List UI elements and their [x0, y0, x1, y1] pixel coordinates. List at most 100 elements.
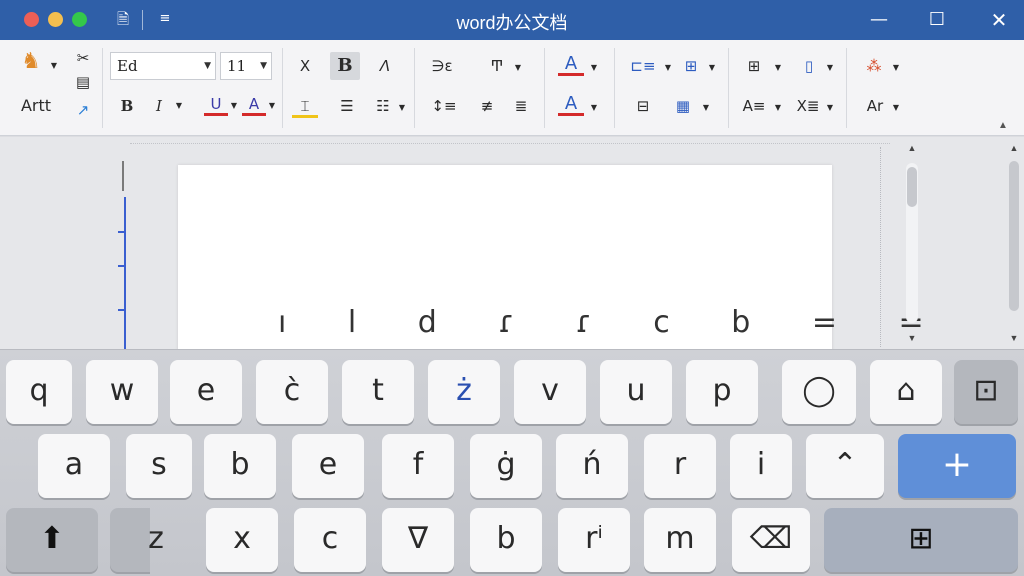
add-button[interactable]: +	[898, 434, 1016, 498]
italic-dropdown-icon[interactable]: ▼	[172, 94, 186, 118]
page-setup-dropdown-icon[interactable]: ▼	[824, 56, 836, 80]
key-e[interactable]: e	[170, 360, 242, 424]
indent-right-button[interactable]: Ͳ	[484, 54, 510, 78]
scroll-thumb[interactable]	[907, 167, 917, 207]
styles-b-dropdown-icon[interactable]: ▼	[824, 96, 836, 120]
align-center-icon[interactable]: ☰	[334, 94, 360, 118]
scroll-thumb[interactable]	[1009, 161, 1019, 311]
key-t[interactable]: t	[342, 360, 414, 424]
bold-button[interactable]: B	[330, 52, 360, 80]
document-text[interactable]: ı l d ɾ ɾ c b = =	[278, 305, 950, 340]
close-button[interactable]: ✕	[984, 6, 1014, 34]
bullets-dropdown-icon[interactable]: ▼	[662, 56, 674, 80]
indent-dropdown-icon[interactable]: ▼	[512, 56, 524, 80]
key-r-secondary[interactable]: rⁱ	[558, 508, 630, 572]
numbering-icon[interactable]: ⊞	[676, 54, 706, 78]
key-u[interactable]: u	[600, 360, 672, 424]
strikethrough-button[interactable]: Λ	[372, 54, 398, 78]
list-dropdown-icon[interactable]: ▼	[396, 96, 408, 120]
key-p[interactable]: p	[686, 360, 758, 424]
minimize-button[interactable]: —	[864, 6, 894, 34]
line-spacing-icon[interactable]: ↕≡	[426, 94, 462, 118]
key-a[interactable]: a	[38, 434, 110, 498]
key-z-dot[interactable]: ż	[428, 360, 500, 424]
shift-key-icon[interactable]: ⬆	[6, 508, 98, 572]
format-painter-icon[interactable]: ↗	[70, 98, 96, 122]
speech-bubble-icon[interactable]: ◯	[782, 360, 856, 424]
text-effects-icon[interactable]: ⁂	[858, 54, 890, 78]
style-grid-icon[interactable]: ⊞	[738, 54, 770, 78]
table-dropdown-icon[interactable]: ▼	[700, 96, 712, 120]
list-icon[interactable]: ☷	[370, 94, 396, 118]
scroll-up-icon[interactable]: ▲	[1006, 143, 1022, 153]
key-b[interactable]: b	[204, 434, 276, 498]
text-fill-button[interactable]: A	[558, 52, 584, 76]
keyboard-settings-icon[interactable]: ⊡	[954, 360, 1018, 424]
font-size-value: 11	[227, 57, 247, 75]
key-v[interactable]: v	[514, 360, 586, 424]
indent-left-button[interactable]: ∋ε	[424, 54, 460, 78]
key-x[interactable]: x	[206, 508, 278, 572]
columns-icon[interactable]: ⊟	[628, 94, 658, 118]
scroll-down-icon[interactable]: ▼	[904, 333, 920, 343]
key-q[interactable]: q	[6, 360, 72, 424]
key-n-acute[interactable]: ń	[556, 434, 628, 498]
key-s[interactable]: s	[126, 434, 192, 498]
key-b-secondary[interactable]: b	[470, 508, 542, 572]
style-grid-dropdown-icon[interactable]: ▼	[772, 56, 784, 80]
maximize-button[interactable]: ☐	[922, 6, 952, 34]
clear-format-button[interactable]: X	[292, 54, 318, 78]
document-scrollbar[interactable]: ▲ ▼	[904, 141, 920, 347]
cut-icon[interactable]: ✂	[70, 46, 96, 70]
key-w[interactable]: w	[86, 360, 158, 424]
font-size-select[interactable]: 11 ▼	[220, 52, 272, 80]
underline-button[interactable]: U	[204, 92, 228, 116]
bullets-icon[interactable]: ⊏≡	[626, 54, 660, 78]
window-scrollbar[interactable]: ▲ ▼	[1006, 141, 1022, 347]
text-fill-dropdown-icon[interactable]: ▼	[588, 56, 600, 80]
bold-small-button[interactable]: B	[116, 94, 138, 118]
numbering-dropdown-icon[interactable]: ▼	[706, 56, 718, 80]
font-color-dropdown-icon[interactable]: ▼	[266, 94, 278, 118]
collapse-ribbon-icon[interactable]: ▲	[998, 120, 1008, 131]
ribbon-divider	[282, 48, 283, 128]
highlight-align-icon[interactable]: ⌶	[292, 94, 318, 118]
text-direction-dropdown-icon[interactable]: ▼	[890, 96, 902, 120]
font-color-button[interactable]: A	[242, 92, 266, 116]
distribute-icon[interactable]: ≣	[508, 94, 534, 118]
key-r[interactable]: r	[644, 434, 716, 498]
key-nabla[interactable]: ∇	[382, 508, 454, 572]
key-e-secondary[interactable]: e	[292, 434, 364, 498]
styles-b-button[interactable]: X≣	[792, 94, 824, 118]
styles-a-dropdown-icon[interactable]: ▼	[772, 96, 784, 120]
paste-icon[interactable]: ♞	[16, 50, 46, 74]
key-c-grave[interactable]: c̀	[256, 360, 328, 424]
text-effects-dropdown-icon[interactable]: ▼	[890, 56, 902, 80]
key-g-dot[interactable]: ġ	[470, 434, 542, 498]
backspace-icon[interactable]: ⌫	[732, 508, 810, 572]
emoji-key-icon[interactable]: ⌂	[870, 360, 942, 424]
text-highlight-dropdown-icon[interactable]: ▼	[588, 96, 600, 120]
justify-icon[interactable]: ≢	[474, 94, 500, 118]
table-icon[interactable]: ▦	[668, 94, 698, 118]
caret-up-icon[interactable]: ⌃	[806, 434, 884, 498]
italic-button[interactable]: I	[148, 94, 170, 118]
page-setup-icon[interactable]: ▯	[794, 54, 824, 78]
scroll-up-icon[interactable]: ▲	[904, 143, 920, 153]
paste-label[interactable]: Artt	[16, 94, 56, 118]
text-direction-button[interactable]: Ar	[860, 94, 890, 118]
underline-dropdown-icon[interactable]: ▼	[228, 94, 240, 118]
key-m[interactable]: m	[644, 508, 716, 572]
copy-icon[interactable]: ▤	[70, 70, 96, 94]
document-page[interactable]: ı l d ɾ ɾ c b = =	[178, 165, 924, 349]
keyboard-grid-icon[interactable]: ⊞	[824, 508, 1018, 572]
scroll-down-icon[interactable]: ▼	[1006, 333, 1022, 343]
key-f[interactable]: f	[382, 434, 454, 498]
font-name-select[interactable]: Ed ▼	[110, 52, 216, 80]
text-highlight-button[interactable]: A	[558, 92, 584, 116]
key-i[interactable]: i	[730, 434, 792, 498]
key-c[interactable]: c	[294, 508, 366, 572]
paste-dropdown-icon[interactable]: ▼	[48, 54, 60, 78]
styles-a-button[interactable]: A≡	[738, 94, 770, 118]
key-z[interactable]: z	[120, 508, 192, 572]
